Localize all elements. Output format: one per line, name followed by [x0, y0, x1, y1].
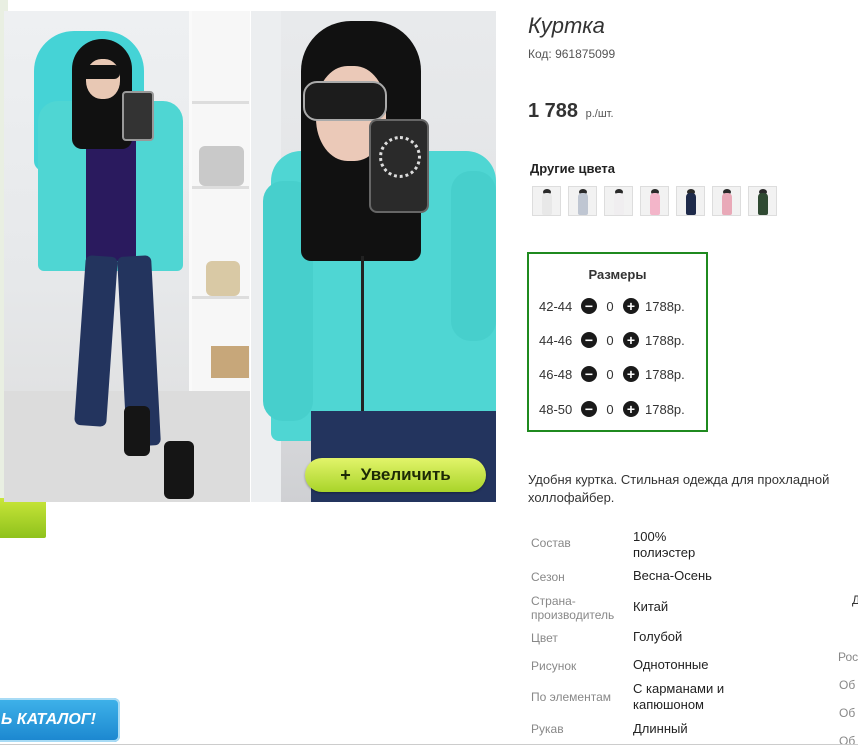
size-price: 1788р.	[645, 366, 685, 382]
plus-icon[interactable]: +	[623, 298, 639, 314]
spec-label: Страна-производитель	[531, 594, 615, 622]
plus-icon: +	[340, 464, 351, 485]
bag-decor	[199, 146, 244, 186]
spec-label: По элементам	[531, 690, 612, 704]
sunglasses	[74, 65, 120, 79]
sizes-box: Размеры 42-44−0 +1788р. 44-46−0 +1788р. 46-4…	[527, 252, 708, 432]
swatch-jacket	[578, 193, 588, 215]
quantity-value[interactable]: 0	[597, 367, 623, 382]
edge-text: Об	[839, 734, 856, 748]
size-price: 1788р.	[645, 298, 685, 314]
size-label: 42-44	[539, 298, 573, 314]
shelf	[189, 11, 250, 391]
product-photo-secondary[interactable]	[251, 11, 496, 502]
other-colors-heading: Другие цвета	[530, 161, 615, 176]
divider	[0, 744, 858, 745]
color-swatch[interactable]	[748, 186, 777, 216]
quantity-value[interactable]: 0	[597, 333, 623, 348]
swatch-jacket	[614, 193, 624, 215]
product-title: Куртка	[528, 13, 605, 38]
size-row: 46-48−0 +1788р.	[539, 365, 685, 383]
left-green-tab[interactable]	[0, 498, 46, 538]
edge-text: Об	[839, 706, 856, 720]
size-label: 44-46	[539, 332, 573, 348]
spec-label: Состав	[531, 536, 571, 550]
size-row: 42-44−0 +1788р.	[539, 297, 685, 315]
spec-label: Сезон	[531, 570, 565, 584]
edge-text: Об	[839, 678, 856, 692]
catalog-button[interactable]: Ь КАТАЛОГ!	[0, 698, 120, 742]
minus-icon[interactable]: −	[581, 298, 597, 314]
shelf-board	[192, 101, 249, 104]
plus-icon[interactable]: +	[623, 401, 639, 417]
box-decor	[211, 346, 249, 378]
sizes-title: Размеры	[588, 267, 647, 282]
minus-icon[interactable]: −	[581, 366, 597, 382]
phone	[122, 91, 154, 141]
color-swatch[interactable]	[568, 186, 597, 216]
product-price: 1 788 р./шт.	[528, 100, 614, 123]
jacket-sleeve	[451, 171, 496, 341]
edge-text: Рос	[838, 650, 858, 664]
spec-value: С карманами и капюшоном	[633, 681, 725, 712]
product-photo-main[interactable]	[4, 11, 250, 502]
size-price: 1788р.	[645, 332, 685, 348]
zoom-button[interactable]: + Увеличить	[305, 458, 486, 492]
spec-value: Длинный	[633, 721, 688, 736]
size-label: 48-50	[539, 401, 573, 417]
spec-label: Рукав	[531, 722, 564, 736]
color-swatch[interactable]	[640, 186, 669, 216]
color-swatch[interactable]	[712, 186, 741, 216]
size-label: 46-48	[539, 366, 573, 382]
boot	[124, 406, 150, 456]
product-description: Удобня куртка. Стильная одежда для прохл…	[528, 472, 830, 505]
spec-label: Цвет	[531, 631, 558, 645]
edge-text: Д	[852, 593, 858, 607]
plus-icon[interactable]: +	[623, 332, 639, 348]
spec-value: Однотонные	[633, 657, 709, 672]
boot	[164, 441, 194, 499]
mandala-case	[379, 136, 421, 178]
price-value: 1 788	[528, 100, 579, 122]
size-row: 48-50−0 +1788р.	[539, 400, 685, 418]
spec-label: Рисунок	[531, 659, 577, 673]
minus-icon[interactable]: −	[581, 332, 597, 348]
color-swatch[interactable]	[604, 186, 633, 216]
bag-decor	[206, 261, 240, 296]
swatch-jacket	[542, 193, 552, 215]
swatch-jacket	[758, 193, 768, 215]
spec-value: Весна-Осень	[633, 568, 712, 583]
sunglasses	[303, 81, 387, 121]
color-swatch[interactable]	[532, 186, 561, 216]
spec-value: Голубой	[633, 629, 683, 644]
swatch-jacket	[650, 193, 660, 215]
minus-icon[interactable]: −	[581, 401, 597, 417]
quantity-value[interactable]: 0	[597, 402, 623, 417]
plus-icon[interactable]: +	[623, 366, 639, 382]
shelf-board	[192, 186, 249, 189]
swatch-jacket	[686, 193, 696, 215]
product-code: Код: 961875099	[528, 47, 616, 61]
color-swatches	[532, 186, 777, 216]
price-unit: р./шт.	[585, 108, 614, 120]
size-row: 44-46−0 +1788р.	[539, 331, 685, 349]
color-swatch[interactable]	[676, 186, 705, 216]
shelf-board	[192, 296, 249, 299]
size-price: 1788р.	[645, 401, 685, 417]
swatch-jacket	[722, 193, 732, 215]
quantity-value[interactable]: 0	[597, 299, 623, 314]
zoom-button-label: Увеличить	[360, 465, 451, 484]
spec-value: Китай	[633, 599, 669, 614]
spec-value: 100% полиэстер	[633, 529, 696, 560]
